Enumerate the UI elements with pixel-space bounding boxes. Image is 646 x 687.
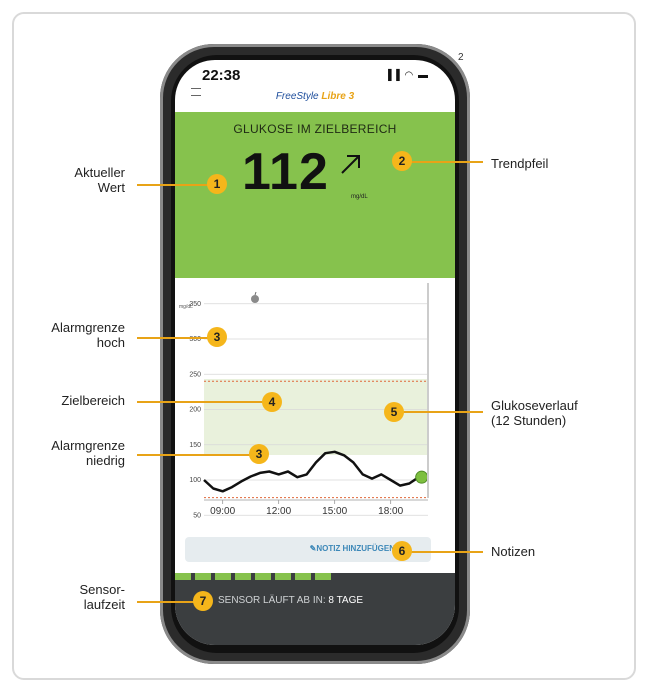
app-logo: FreeStyle Libre 3 (175, 91, 455, 102)
callout-label-target-range: Zielbereich (25, 393, 125, 408)
callout-line-7 (137, 601, 195, 603)
glucose-unit: mg/dL (351, 194, 368, 200)
callout-badge-4: 4 (262, 392, 282, 412)
x-axis: 09:00 12:00 15:00 18:00 (210, 500, 404, 517)
callout-text-7: Sensor- laufzeit (79, 582, 125, 612)
arrow-up-right-icon (341, 155, 360, 174)
x-tick-label: 15:00 (322, 506, 347, 517)
callout-line-1 (137, 184, 210, 186)
callout-text-4: Zielbereich (61, 393, 125, 408)
callout-label-current-value: Aktueller Wert (40, 165, 125, 195)
sensor-progress-segment (315, 573, 331, 580)
callout-text-2: Trendpfeil (491, 156, 549, 171)
figure-number: 2 (458, 52, 464, 63)
y-tick-label: 200 (189, 407, 201, 414)
y-tick-label: 150 (189, 442, 201, 449)
callout-text-5: Glukoseverlauf (12 Stunden) (491, 398, 578, 428)
callout-line-5 (402, 411, 483, 413)
callout-badge-5: 5 (384, 402, 404, 422)
callout-text-1: Aktueller Wert (74, 165, 125, 195)
sensor-progress-segment (175, 573, 191, 580)
callout-line-6 (410, 551, 483, 553)
callout-label-notes: Notizen (491, 544, 535, 559)
callout-badge-6: 6 (392, 541, 412, 561)
callout-badge-7: 7 (193, 591, 213, 611)
callout-badge-2: 2 (392, 151, 412, 171)
current-reading-dot (415, 470, 429, 484)
glucose-panel: GLUKOSE IM ZIELBEREICH 112 mg/dL (175, 112, 455, 278)
y-tick-label: 250 (189, 371, 201, 378)
callout-text-3a: Alarmgrenze hoch (51, 320, 125, 350)
y-tick-label: 50 (193, 512, 201, 519)
sensor-lifetime-bar (175, 573, 455, 580)
glucose-trace (203, 450, 420, 493)
sensor-progress-segment (275, 573, 291, 580)
x-tick-label: 18:00 (378, 506, 403, 517)
callout-label-history: Glukoseverlauf (12 Stunden) (491, 398, 578, 428)
sensor-progress-segment (255, 573, 271, 580)
glucose-status: GLUKOSE IM ZIELBEREICH (233, 122, 397, 136)
glucose-graph: 35030025020015010050 mg/dL 09:00 12:00 15:… (179, 283, 429, 520)
app-brand-accent: Libre 3 (321, 91, 355, 102)
callout-line-4 (137, 401, 265, 403)
y-tick-label: 100 (189, 477, 201, 484)
add-note-text: NOTIZ HINZUFÜGEN (316, 544, 395, 553)
sensor-status: SENSOR LÄUFT AB IN: 8 TAGE (218, 595, 363, 606)
sensor-prefix: SENSOR LÄUFT AB IN: (218, 595, 326, 606)
callout-text-3b: Alarmgrenze niedrig (51, 438, 125, 468)
sensor-progress-segment (195, 573, 211, 580)
sensor-progress-segment (295, 573, 311, 580)
callout-line-2 (410, 161, 483, 163)
callout-label-sensor: Sensor- laufzeit (40, 582, 125, 612)
callout-label-alarm-low: Alarmgrenze niedrig (25, 438, 125, 468)
callout-badge-3a: 3 (207, 327, 227, 347)
x-tick-label: 09:00 (210, 506, 235, 517)
callout-badge-3b: 3 (249, 444, 269, 464)
add-note-label: ✎NOTIZ HINZUFÜGEN (309, 544, 395, 553)
callout-label-alarm-high: Alarmgrenze hoch (25, 320, 125, 350)
callout-label-trend: Trendpfeil (491, 156, 548, 171)
status-time: 22:38 (202, 67, 241, 84)
callout-text-6: Notizen (491, 544, 536, 559)
sensor-progress-segment (215, 573, 231, 580)
app-brand: FreeStyle (275, 91, 319, 102)
sensor-days: 8 TAGE (328, 595, 364, 606)
y-unit-label: mg/dL (179, 304, 193, 310)
callout-line-3a (137, 337, 210, 339)
callout-badge-1: 1 (207, 174, 227, 194)
apple-icon[interactable] (251, 291, 259, 303)
sensor-progress-segment (235, 573, 251, 580)
callout-line-3b (137, 454, 252, 456)
glucose-value: 112 (242, 143, 329, 201)
phone-screen: 22:38 ▐▐ ◠ ▬ FreeStyle Libre 3 GLUKOSE I… (175, 60, 455, 645)
y-axis: 35030025020015010050 (189, 301, 201, 520)
x-tick-label: 12:00 (266, 506, 291, 517)
status-icons: ▐▐ ◠ ▬ (384, 70, 429, 81)
sensor-panel: SENSOR LÄUFT AB IN: 8 TAGE (175, 573, 455, 645)
